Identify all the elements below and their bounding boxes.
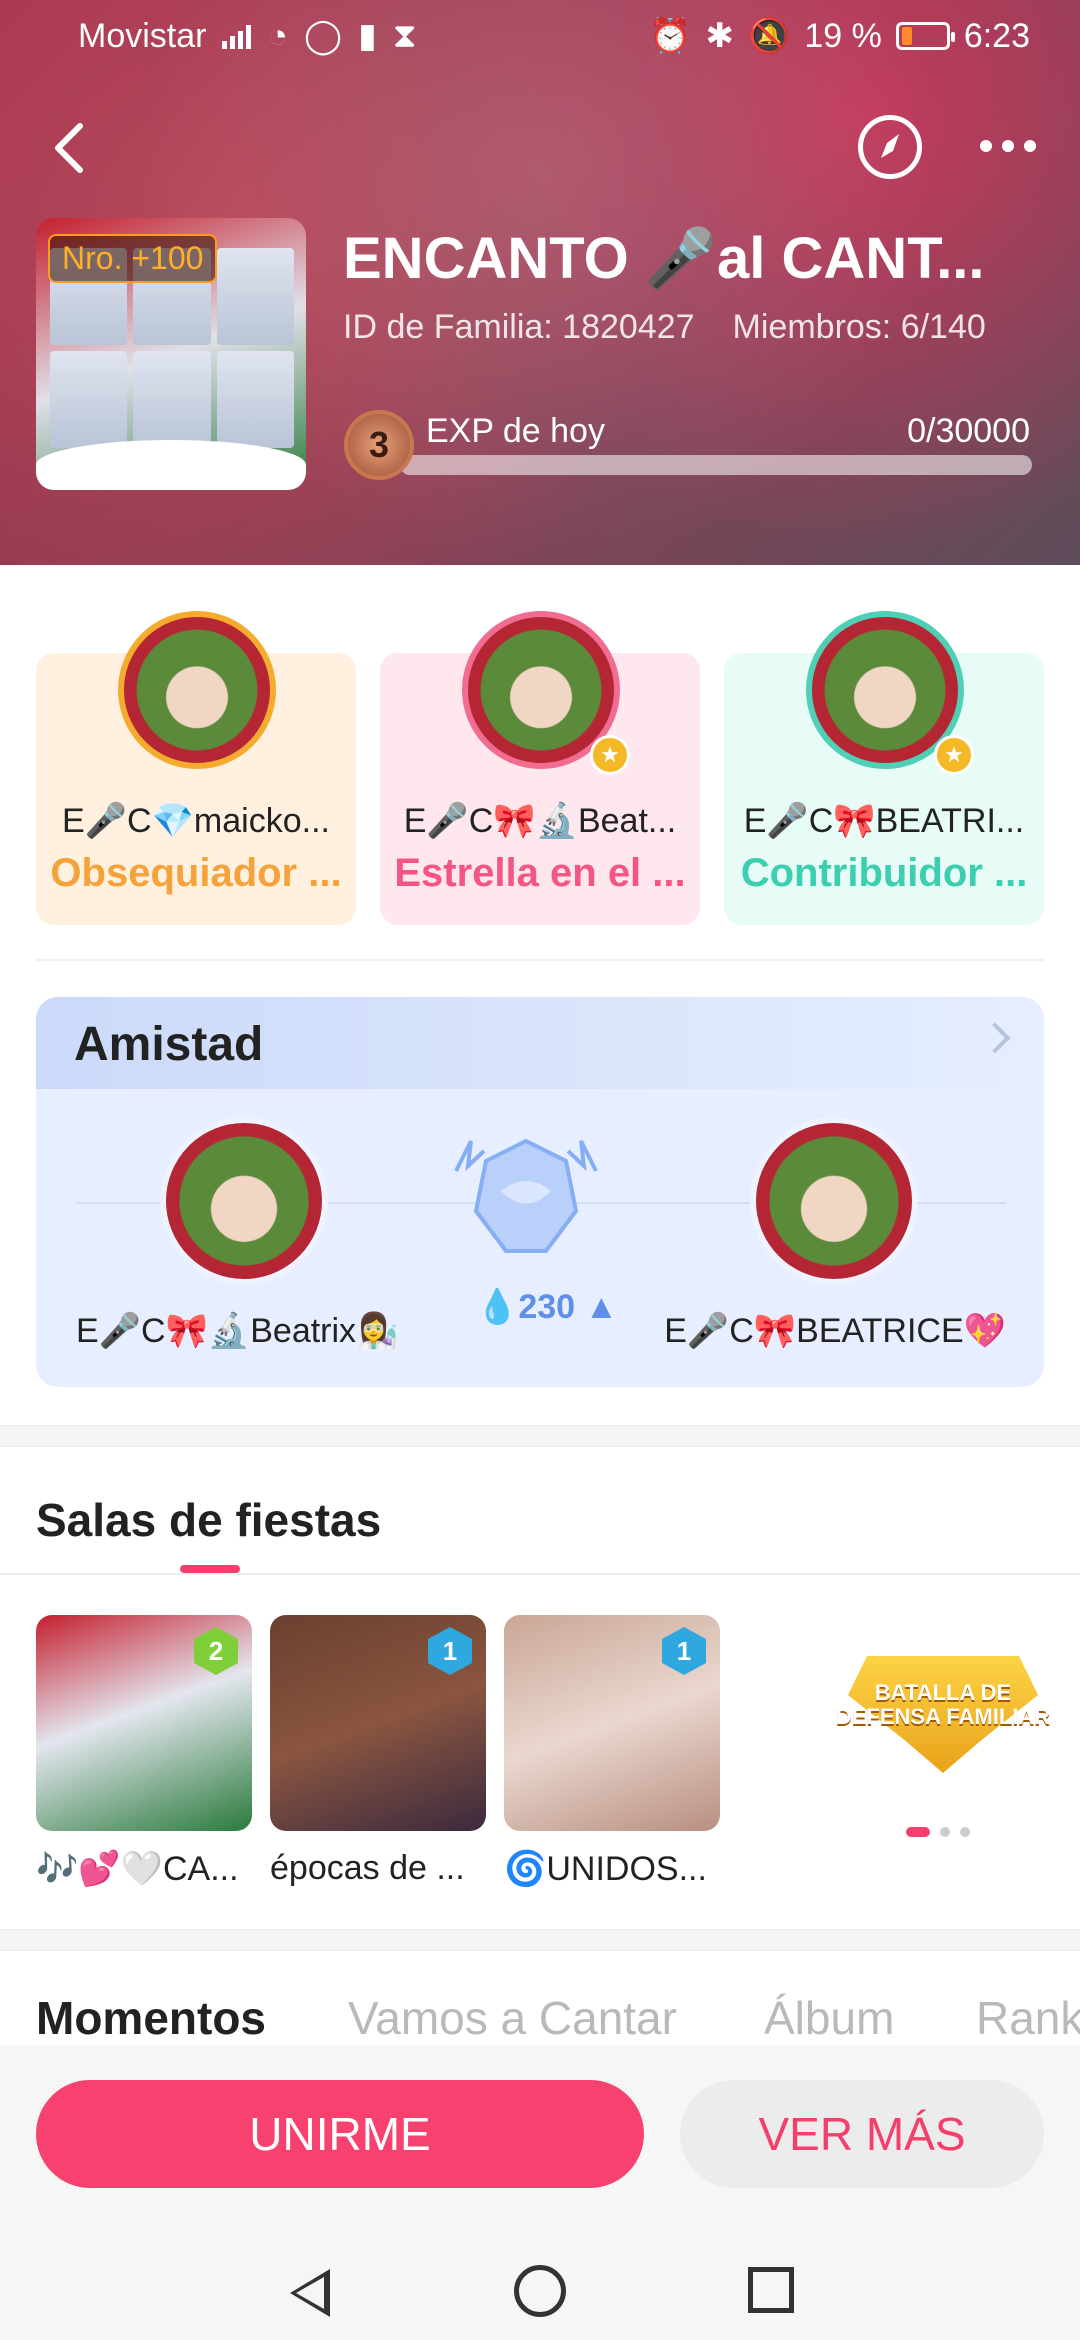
friendship-title: Amistad <box>74 1018 264 1071</box>
top-members: E🎤C💎maicko... Obsequiador ... ★ E🎤C🎀🔬Bea… <box>36 611 1044 925</box>
compass-icon[interactable] <box>858 115 922 179</box>
party-room-thumb[interactable]: 1 <box>504 1615 720 1831</box>
whatsapp-icon: ◯ <box>304 17 343 55</box>
member-name: E🎤C🎀🔬Beat... <box>403 802 677 840</box>
carousel-dots <box>906 1827 970 1837</box>
family-name: ENCANTO 🎤al CANT... <box>343 226 985 291</box>
rank-badge: Nro. +100 <box>48 234 218 283</box>
nav-home-icon[interactable] <box>514 2265 566 2317</box>
room-level-badge: 2 <box>194 1627 238 1675</box>
family-meta: ID de Familia: 1820427 Miembros: 6/140 <box>343 308 986 347</box>
friendship-card[interactable]: Amistad 💧230 ▲ E🎤C🎀🔬Beatrix👩‍🔬 E🎤C🎀BEATR… <box>36 997 1044 1387</box>
top-member-card[interactable]: ★ E🎤C🎀BEATRI... Contribuidor ... <box>724 611 1044 925</box>
party-room-label[interactable]: 🌀UNIDOS... <box>504 1849 720 1889</box>
clock: 6:23 <box>963 16 1030 55</box>
carrier: Movistar <box>78 16 207 55</box>
alarm-icon: ⏰ <box>649 17 692 55</box>
member-role: Contribuidor ... <box>740 851 1028 895</box>
more-options-icon[interactable] <box>980 140 1036 152</box>
friendship-score: 💧230 ▲ <box>476 1288 619 1326</box>
see-more-button[interactable]: VER MÁS <box>680 2080 1044 2188</box>
party-room-label[interactable]: 🎶💕🤍CA... <box>36 1849 252 1889</box>
member-name: E🎤C💎maicko... <box>62 802 330 840</box>
room-level-badge: 1 <box>662 1627 706 1675</box>
member-role: Estrella en el ... <box>394 851 686 895</box>
exp-value: 0/30000 <box>907 412 1030 450</box>
tab-album[interactable]: Álbum <box>764 1991 894 2045</box>
tab-indicator <box>180 1565 240 1573</box>
star-icon: ★ <box>590 735 630 775</box>
exp-progress-bar <box>400 455 1032 475</box>
friend-name-right: E🎤C🎀BEATRICE💖 <box>664 1312 1006 1350</box>
banner-text: BATALLA DE DEFENSA FAMILIAR <box>835 1680 1051 1729</box>
family-page: Movistar ◔ ◯ ▮ ⧗ ⏰ ✱ 🔕 19 % 6:23 Nro. +1… <box>0 0 1080 2340</box>
family-id: ID de Familia: 1820427 <box>343 308 695 346</box>
join-button[interactable]: UNIRME <box>36 2080 644 2188</box>
content-tabs: Momentos Vamos a Cantar Álbum Rank <box>0 1991 1080 2051</box>
wifi-icon: ◔ <box>267 16 289 55</box>
friend-avatar-right[interactable] <box>750 1117 918 1285</box>
nav-back-icon[interactable] <box>290 2269 330 2317</box>
section-separator <box>0 1425 1080 1447</box>
party-room-thumb[interactable]: 2 <box>36 1615 252 1831</box>
family-header: Movistar ◔ ◯ ▮ ⧗ ⏰ ✱ 🔕 19 % 6:23 Nro. +1… <box>0 0 1080 565</box>
back-arrow-icon[interactable] <box>50 118 90 178</box>
family-members: Miembros: 6/140 <box>732 308 986 346</box>
member-role: Obsequiador ... <box>50 851 342 895</box>
member-avatar <box>118 611 276 769</box>
section-separator <box>0 1929 1080 1951</box>
party-room-label[interactable]: épocas de ... <box>270 1849 486 1888</box>
friend-avatar-left[interactable] <box>160 1117 328 1285</box>
mute-icon: 🔕 <box>747 17 791 55</box>
top-member-card[interactable]: E🎤C💎maicko... Obsequiador ... <box>36 611 356 925</box>
friend-name-left: E🎤C🎀🔬Beatrix👩‍🔬 <box>76 1312 399 1350</box>
tab-momentos[interactable]: Momentos <box>36 1991 266 2045</box>
party-rooms-title: Salas de fiestas <box>36 1494 382 1546</box>
nav-recent-apps-icon[interactable] <box>748 2267 794 2313</box>
sim-icon: ▮ <box>358 17 377 55</box>
level-badge: 3 <box>344 410 414 480</box>
bluetooth-icon: ✱ <box>705 17 734 55</box>
tab-vamos-a-cantar[interactable]: Vamos a Cantar <box>348 1991 677 2045</box>
tab-rank[interactable]: Rank <box>976 1991 1080 2045</box>
top-member-card[interactable]: ★ E🎤C🎀🔬Beat... Estrella en el ... <box>380 611 700 925</box>
room-level-badge: 1 <box>428 1627 472 1675</box>
hourglass-icon: ⧗ <box>392 16 417 55</box>
exp-label: EXP de hoy <box>426 412 605 450</box>
divider <box>36 959 1044 961</box>
battery-icon <box>895 22 955 50</box>
status-bar: Movistar ◔ ◯ ▮ ⧗ ⏰ ✱ 🔕 19 % 6:23 <box>0 0 1080 72</box>
divider <box>0 1573 1080 1575</box>
star-icon: ★ <box>934 735 974 775</box>
battery-percent: 19 % <box>804 16 882 55</box>
system-navigation-bar <box>0 2245 1080 2340</box>
signal-icon <box>222 23 252 49</box>
member-name: E🎤C🎀BEATRI... <box>743 802 1025 840</box>
handshake-icon <box>454 1138 598 1253</box>
party-room-thumb[interactable]: 1 <box>270 1615 486 1831</box>
content-sheet: E🎤C💎maicko... Obsequiador ... ★ E🎤C🎀🔬Bea… <box>0 565 1080 2340</box>
family-defense-banner[interactable]: BATALLA DE DEFENSA FAMILIAR <box>828 1633 1058 1793</box>
